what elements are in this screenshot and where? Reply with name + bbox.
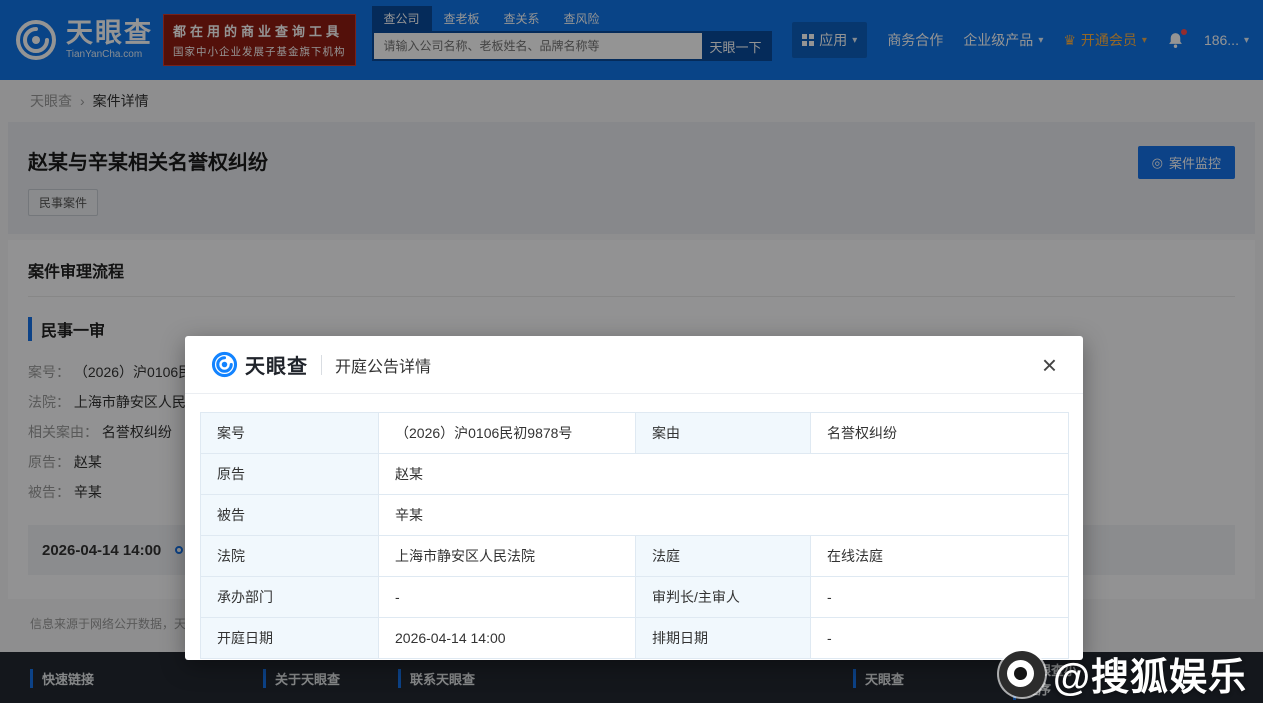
cell-label: 审判长/主审人 <box>635 576 811 618</box>
cell-label: 法院 <box>200 535 379 577</box>
hearing-detail-modal: 天眼查 开庭公告详情 × 案号 （2026）沪0106民初9878号 案由 名誉… <box>185 336 1083 660</box>
modal-title-divider <box>321 354 322 375</box>
cell-value: 赵某 <box>378 453 1069 495</box>
table-row: 案号 （2026）沪0106民初9878号 案由 名誉权纠纷 <box>200 412 1069 454</box>
close-icon[interactable]: × <box>1042 352 1057 378</box>
cell-label: 排期日期 <box>635 617 811 659</box>
table-row: 原告 赵某 <box>200 453 1069 495</box>
modal-header: 天眼查 开庭公告详情 × <box>185 336 1083 394</box>
modal-logo-text: 天眼查 <box>245 356 308 378</box>
table-row: 被告 辛某 <box>200 494 1069 536</box>
cell-value: - <box>810 576 1069 618</box>
hearing-detail-table: 案号 （2026）沪0106民初9878号 案由 名誉权纠纷 原告 赵某 被告 … <box>200 412 1069 659</box>
cell-label: 承办部门 <box>200 576 379 618</box>
cell-value: （2026）沪0106民初9878号 <box>378 412 636 454</box>
weibo-watermark: @搜狐娱乐 <box>998 646 1247 701</box>
cell-label: 案号 <box>200 412 379 454</box>
cell-value: 在线法庭 <box>810 535 1069 577</box>
hearing-detail-table-wrap: 案号 （2026）沪0106民初9878号 案由 名誉权纠纷 原告 赵某 被告 … <box>185 394 1083 659</box>
logo-pupil <box>1013 666 1027 680</box>
cell-value: - <box>378 576 636 618</box>
cell-value: 辛某 <box>378 494 1069 536</box>
table-row: 承办部门 - 审判长/主审人 - <box>200 576 1069 618</box>
cell-label: 被告 <box>200 494 379 536</box>
modal-tianyancha-logo: 天眼查 <box>211 350 308 379</box>
cell-value: 2026-04-14 14:00 <box>378 617 636 659</box>
sohu-ent-logo-icon <box>998 650 1045 697</box>
modal-title: 开庭公告详情 <box>335 358 432 376</box>
cell-value: 上海市静安区人民法院 <box>378 535 636 577</box>
table-row: 法院 上海市静安区人民法院 法庭 在线法庭 <box>200 535 1069 577</box>
cell-label: 案由 <box>635 412 811 454</box>
cell-value: 名誉权纠纷 <box>810 412 1069 454</box>
cell-label: 开庭日期 <box>200 617 379 659</box>
watermark-text: @搜狐娱乐 <box>1052 657 1247 699</box>
cell-label: 法庭 <box>635 535 811 577</box>
table-row: 开庭日期 2026-04-14 14:00 排期日期 - <box>200 617 1069 659</box>
cell-label: 原告 <box>200 453 379 495</box>
tianyancha-logo-icon <box>211 351 238 378</box>
